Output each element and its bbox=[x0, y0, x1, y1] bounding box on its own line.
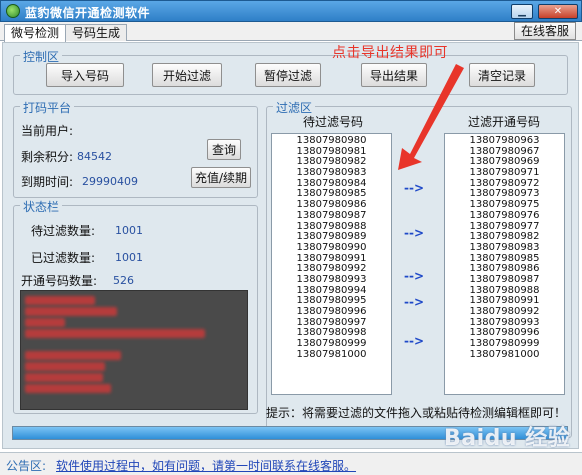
filter-hint: 提示：将需要过滤的文件拖入或粘贴待检测编辑框即可！ bbox=[266, 406, 567, 420]
notice-bar: 公告区: 软件使用过程中，如有问题，请第一时间联系在线客服。 bbox=[0, 452, 582, 475]
expiry-value: 29990409 bbox=[82, 175, 138, 188]
annotation-text: 点击导出结果即可 bbox=[332, 45, 448, 61]
filtered-count-label: 已过滤数量: bbox=[31, 251, 96, 265]
filtered-count-value: 1001 bbox=[115, 251, 143, 264]
result-number-item: 13807980983 bbox=[469, 241, 540, 253]
source-number-item: 13807981000 bbox=[296, 348, 367, 360]
flow-arrow: --> bbox=[404, 226, 425, 240]
result-column-header: 过滤开通号码 bbox=[468, 115, 541, 129]
annotation-arrow-icon bbox=[398, 64, 464, 170]
online-support-button[interactable]: 在线客服 bbox=[513, 22, 576, 40]
result-number-item: 13807980976 bbox=[469, 209, 540, 221]
flow-arrow: --> bbox=[404, 181, 425, 195]
source-number-item: 13807980987 bbox=[296, 209, 367, 221]
minimize-button[interactable]: ▁ bbox=[511, 4, 533, 19]
points-value: 84542 bbox=[77, 150, 112, 163]
notice-message[interactable]: 软件使用过程中，如有问题，请第一时间联系在线客服。 bbox=[56, 457, 356, 474]
minimize-icon: ▁ bbox=[518, 6, 526, 17]
close-button[interactable]: ✕ bbox=[538, 4, 578, 19]
start-filter-button[interactable]: 开始过滤 bbox=[152, 63, 222, 87]
window-title: 蓝豹微信开通检测软件 bbox=[25, 6, 151, 20]
points-label: 剩余积分: bbox=[21, 150, 74, 164]
result-number-item: 13807981000 bbox=[469, 348, 540, 360]
platform-group-label: 打码平台 bbox=[20, 99, 75, 116]
opened-count-value: 526 bbox=[113, 274, 134, 287]
recharge-button[interactable]: 充值/续期 bbox=[191, 167, 251, 188]
flow-arrow: --> bbox=[404, 334, 425, 348]
expiry-label: 到期时间: bbox=[21, 175, 74, 189]
tab-strip: 微号检测 号码生成 在线客服 bbox=[0, 22, 582, 42]
source-column-header: 待过滤号码 bbox=[303, 115, 364, 129]
title-bar: 蓝豹微信开通检测软件 ▁ ✕ bbox=[0, 0, 582, 22]
flow-arrow: --> bbox=[404, 269, 425, 283]
query-button[interactable]: 查询 bbox=[207, 139, 241, 160]
result-number-list[interactable]: 13807980963 13807980967 13807980969 1380798… bbox=[444, 133, 565, 395]
current-user-label: 当前用户: bbox=[21, 124, 74, 138]
pause-filter-button[interactable]: 暂停过滤 bbox=[255, 63, 321, 87]
pending-count-value: 1001 bbox=[115, 224, 143, 237]
log-area bbox=[20, 290, 248, 410]
app-icon bbox=[6, 4, 20, 18]
close-icon: ✕ bbox=[553, 6, 563, 17]
import-numbers-button[interactable]: 导入号码 bbox=[46, 63, 124, 87]
status-group-label: 状态栏 bbox=[20, 198, 63, 215]
source-number-item: 13807980990 bbox=[296, 241, 367, 253]
tab-number-generate[interactable]: 号码生成 bbox=[65, 24, 128, 41]
pending-count-label: 待过滤数量: bbox=[31, 224, 96, 238]
baidu-watermark: Baidu 经验 bbox=[444, 426, 571, 451]
notice-label: 公告区: bbox=[6, 459, 47, 473]
tab-wechat-check[interactable]: 微号检测 bbox=[4, 24, 67, 42]
source-number-list[interactable]: 13807980980 13807980981 13807980982 1380798… bbox=[271, 133, 392, 395]
opened-count-label: 开通号码数量: bbox=[21, 274, 98, 288]
flow-arrow: --> bbox=[404, 295, 425, 309]
clear-records-button[interactable]: 清空记录 bbox=[469, 63, 535, 87]
